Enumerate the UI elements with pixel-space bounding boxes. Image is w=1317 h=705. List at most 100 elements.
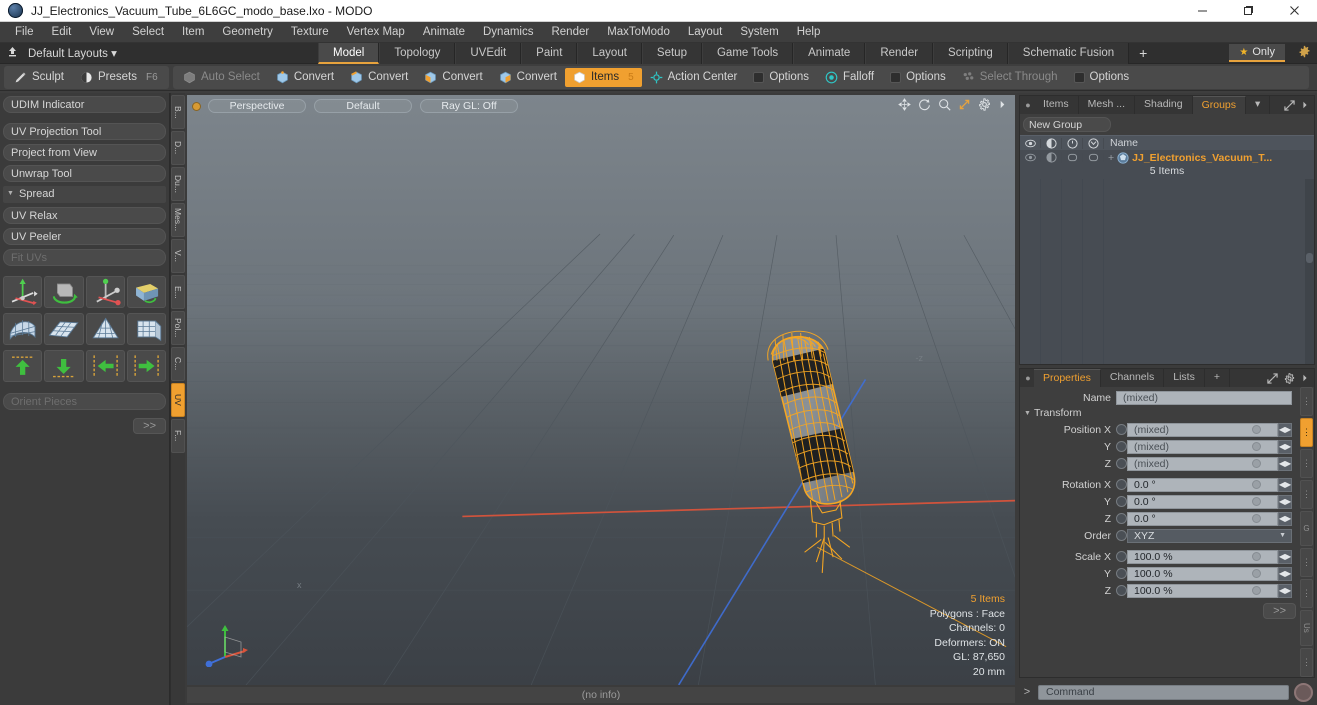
tab-channels[interactable]: Channels bbox=[1101, 369, 1165, 387]
layout-tab-uvedit[interactable]: UVEdit bbox=[455, 42, 522, 64]
scale-x-field[interactable]: 100.0 % bbox=[1127, 549, 1278, 564]
chevron-right-icon[interactable] bbox=[998, 99, 1007, 110]
uv-curve-grid-icon[interactable] bbox=[3, 313, 43, 345]
side-chip-6[interactable]: ⋮ bbox=[1300, 548, 1313, 578]
layout-tab-topology[interactable]: Topology bbox=[379, 42, 456, 64]
row-expander-icon[interactable]: + bbox=[1108, 152, 1114, 164]
side-chip-1[interactable]: ⋮ bbox=[1300, 387, 1313, 417]
export-up-icon[interactable] bbox=[0, 45, 24, 61]
tab-shading[interactable]: Shading bbox=[1135, 96, 1193, 114]
falloff-button[interactable]: Falloff bbox=[817, 68, 882, 87]
zoom-icon[interactable] bbox=[938, 98, 951, 111]
add-layout-tab-button[interactable]: + bbox=[1129, 43, 1157, 64]
layout-tab-render[interactable]: Render bbox=[865, 42, 934, 64]
maximize-button[interactable] bbox=[1225, 0, 1271, 22]
convert-edge-button[interactable]: Convert bbox=[342, 68, 416, 87]
menu-item-render[interactable]: Render bbox=[542, 22, 598, 43]
record-icon[interactable] bbox=[1294, 682, 1313, 702]
position-z-field[interactable]: (mixed) bbox=[1127, 456, 1278, 471]
menu-item-layout[interactable]: Layout bbox=[679, 22, 732, 43]
position-z-radio[interactable] bbox=[1116, 458, 1127, 469]
convert-material-button[interactable]: Convert bbox=[491, 68, 565, 87]
uv-cone-grid-icon[interactable] bbox=[85, 313, 125, 345]
uv-box-grid-icon[interactable] bbox=[126, 313, 166, 345]
layout-tab-animate[interactable]: Animate bbox=[793, 42, 866, 64]
position-y-radio[interactable] bbox=[1116, 441, 1127, 452]
pan-icon[interactable] bbox=[898, 98, 911, 111]
position-x-field[interactable]: (mixed) bbox=[1127, 422, 1278, 437]
menu-item-help[interactable]: Help bbox=[788, 22, 830, 43]
viewport-menu-dot[interactable] bbox=[193, 102, 200, 110]
layout-tab-scripting[interactable]: Scripting bbox=[933, 42, 1008, 64]
rotation-z-radio[interactable] bbox=[1116, 513, 1127, 524]
rotation-x-field[interactable]: 0.0 ° bbox=[1127, 477, 1278, 492]
spread-section-header[interactable]: Spread bbox=[3, 186, 166, 203]
project-from-view-button[interactable]: Project from View bbox=[3, 144, 166, 161]
side-chip-us[interactable]: Us bbox=[1300, 610, 1313, 647]
scale-y-keyframe-dot[interactable] bbox=[1252, 569, 1261, 578]
uv-flip-cube-icon[interactable] bbox=[126, 276, 166, 308]
column-render-icon[interactable] bbox=[1083, 137, 1104, 149]
presets-button[interactable]: Presets F6 bbox=[72, 68, 166, 87]
uv-align-up-icon[interactable] bbox=[3, 350, 43, 382]
scale-z-field[interactable]: 100.0 % bbox=[1127, 583, 1278, 598]
falloff-options-button[interactable]: Options bbox=[882, 68, 954, 87]
uv-scale-axis-icon[interactable] bbox=[85, 276, 125, 308]
scale-z-stepper[interactable]: ◀▶ bbox=[1278, 583, 1292, 598]
rotation-x-radio[interactable] bbox=[1116, 479, 1127, 490]
rotation-x-stepper[interactable]: ◀▶ bbox=[1278, 477, 1292, 492]
add-properties-tab-button[interactable]: + bbox=[1205, 369, 1230, 387]
properties-more-button[interactable]: >> bbox=[1263, 603, 1296, 619]
side-chip-g[interactable]: G bbox=[1300, 511, 1313, 547]
command-input[interactable]: Command bbox=[1038, 684, 1289, 700]
vtab-du[interactable]: Du... bbox=[171, 167, 185, 201]
rotation-z-stepper[interactable]: ◀▶ bbox=[1278, 511, 1292, 526]
menu-item-geometry[interactable]: Geometry bbox=[213, 22, 282, 43]
position-x-radio[interactable] bbox=[1116, 424, 1127, 435]
layout-tab-schematic-fusion[interactable]: Schematic Fusion bbox=[1007, 42, 1130, 64]
rotation-y-keyframe-dot[interactable] bbox=[1252, 497, 1261, 506]
fit-uvs-button[interactable]: Fit UVs bbox=[3, 249, 166, 266]
fit-icon[interactable] bbox=[958, 98, 971, 111]
order-select[interactable]: XYZ bbox=[1127, 528, 1292, 543]
layout-tab-model[interactable]: Model bbox=[318, 42, 380, 64]
only-toggle[interactable]: ★ Only bbox=[1229, 44, 1285, 62]
left-panel-more-button[interactable]: >> bbox=[133, 418, 166, 434]
uv-align-down-icon[interactable] bbox=[44, 350, 84, 382]
layout-tab-game-tools[interactable]: Game Tools bbox=[701, 42, 794, 64]
uv-rotate-cube-icon[interactable] bbox=[44, 276, 84, 308]
gear-icon[interactable] bbox=[1284, 372, 1295, 384]
row-lock-toggle[interactable] bbox=[1062, 153, 1083, 162]
scale-y-radio[interactable] bbox=[1116, 568, 1127, 579]
select-through-button[interactable]: Select Through bbox=[954, 68, 1066, 87]
chevron-right-icon[interactable] bbox=[1301, 100, 1309, 110]
rotate-icon[interactable] bbox=[918, 98, 931, 111]
menu-item-file[interactable]: File bbox=[6, 22, 43, 43]
scale-x-radio[interactable] bbox=[1116, 551, 1127, 562]
menu-item-vertex-map[interactable]: Vertex Map bbox=[338, 22, 414, 43]
position-y-field[interactable]: (mixed) bbox=[1127, 439, 1278, 454]
menu-item-animate[interactable]: Animate bbox=[414, 22, 474, 43]
side-chip-9[interactable]: ⋮ bbox=[1300, 648, 1313, 677]
menu-item-item[interactable]: Item bbox=[173, 22, 213, 43]
transform-section-header[interactable]: Transform bbox=[1020, 406, 1314, 421]
select-through-options-button[interactable]: Options bbox=[1066, 68, 1138, 87]
side-chip-4[interactable]: ⋮ bbox=[1300, 480, 1313, 510]
uv-move-axis-icon[interactable] bbox=[3, 276, 43, 308]
group-row[interactable]: + JJ_Electronics_Vacuum_T... bbox=[1020, 150, 1314, 165]
viewport-perspective-pill[interactable]: Perspective bbox=[208, 99, 306, 113]
column-eye-icon[interactable] bbox=[1020, 138, 1041, 148]
gear-icon[interactable] bbox=[978, 98, 991, 111]
row-shade-toggle[interactable] bbox=[1041, 152, 1062, 163]
3d-viewport[interactable]: Perspective Default Ray GL: Off -z x 5 I… bbox=[187, 95, 1015, 685]
scale-y-field[interactable]: 100.0 % bbox=[1127, 566, 1278, 581]
side-chip-3[interactable]: ⋮ bbox=[1300, 449, 1313, 479]
position-y-keyframe-dot[interactable] bbox=[1252, 442, 1261, 451]
rotation-y-stepper[interactable]: ◀▶ bbox=[1278, 494, 1292, 509]
vtab-d[interactable]: D... bbox=[171, 131, 185, 165]
uv-flat-grid-icon[interactable] bbox=[44, 313, 84, 345]
position-x-keyframe-dot[interactable] bbox=[1252, 425, 1261, 434]
auto-select-button[interactable]: Auto Select bbox=[175, 68, 268, 87]
layout-tab-layout[interactable]: Layout bbox=[577, 42, 642, 64]
groups-grid-body[interactable] bbox=[1020, 179, 1314, 364]
